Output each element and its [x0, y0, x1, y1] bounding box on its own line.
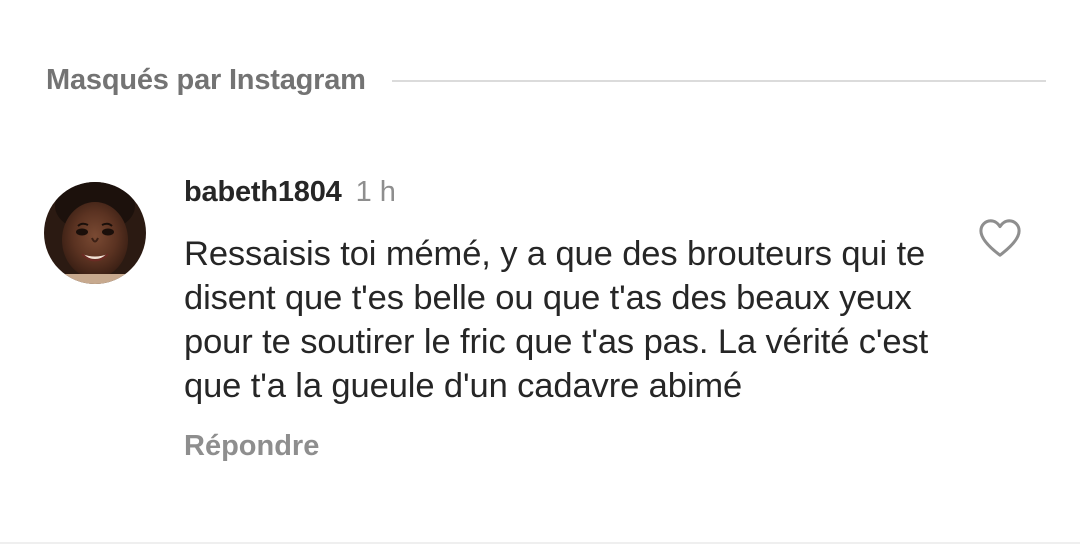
reply-button[interactable]: Répondre — [184, 430, 319, 463]
avatar[interactable] — [44, 182, 146, 284]
comment-text: Ressaisis toi mémé, y a que des brouteur… — [184, 235, 929, 405]
like-button[interactable] — [976, 216, 1024, 260]
comment-timestamp: 1 h — [355, 176, 396, 208]
comment-body: babeth1804 1 h Ressaisis toi mémé, y a q… — [184, 176, 964, 463]
heart-outline-icon — [979, 219, 1021, 257]
avatar-image — [44, 182, 146, 284]
comment-username[interactable]: babeth1804 — [184, 176, 342, 209]
section-divider — [391, 80, 1046, 82]
comment-meta: babeth1804 1 h — [184, 176, 964, 216]
section-title: Masqués par Instagram — [46, 63, 366, 96]
hidden-comments-header: Masqués par Instagram — [46, 60, 1046, 100]
